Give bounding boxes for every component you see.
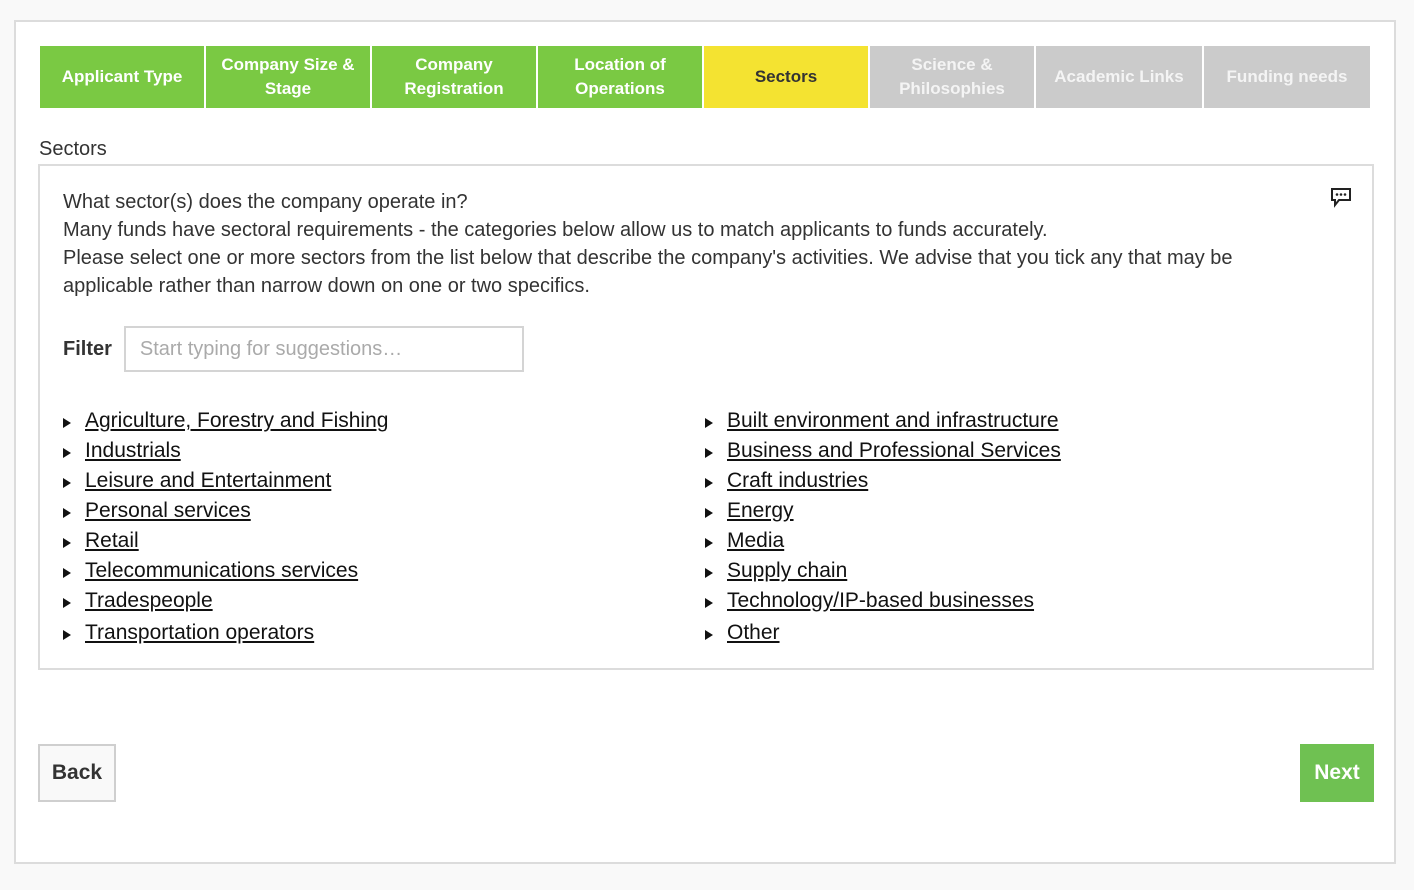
sector-item[interactable]: Leisure and Entertainment [63, 466, 388, 496]
expand-triangle-icon[interactable] [705, 538, 713, 548]
sector-link[interactable]: Tradespeople [85, 589, 213, 613]
expand-triangle-icon[interactable] [63, 598, 71, 608]
expand-triangle-icon[interactable] [63, 630, 71, 640]
next-button[interactable]: Next [1300, 744, 1374, 802]
sector-item[interactable]: Retail [63, 526, 388, 556]
expand-triangle-icon[interactable] [705, 448, 713, 458]
step-science-philosophies[interactable]: Science & Philosophies [870, 46, 1034, 108]
sector-item[interactable]: Technology/IP-based businesses [705, 586, 1061, 616]
expand-triangle-icon[interactable] [705, 630, 713, 640]
question-text: What sector(s) does the company operate … [63, 188, 1313, 300]
sector-link[interactable]: Telecommunications services [85, 559, 358, 583]
step-location-of-operations[interactable]: Location of Operations [538, 46, 702, 108]
sector-list-left: Agriculture, Forestry and Fishing Industr… [63, 406, 388, 648]
sector-link[interactable]: Other [727, 621, 780, 645]
question-help-1: Many funds have sectoral requirements - … [63, 219, 1048, 241]
sector-link[interactable]: Business and Professional Services [727, 439, 1061, 463]
expand-triangle-icon[interactable] [63, 478, 71, 488]
step-applicant-type[interactable]: Applicant Type [40, 46, 204, 108]
sector-link[interactable]: Leisure and Entertainment [85, 469, 331, 493]
sector-link[interactable]: Media [727, 529, 784, 553]
step-funding-needs[interactable]: Funding needs [1204, 46, 1370, 108]
expand-triangle-icon[interactable] [705, 478, 713, 488]
sector-link[interactable]: Agriculture, Forestry and Fishing [85, 409, 388, 433]
sector-link[interactable]: Built environment and infrastructure [727, 409, 1059, 433]
step-academic-links[interactable]: Academic Links [1036, 46, 1202, 108]
sector-item[interactable]: Business and Professional Services [705, 436, 1061, 466]
step-company-registration[interactable]: Company Registration [372, 46, 536, 108]
sector-link[interactable]: Craft industries [727, 469, 868, 493]
expand-triangle-icon[interactable] [63, 418, 71, 428]
expand-triangle-icon[interactable] [705, 508, 713, 518]
sector-link[interactable]: Industrials [85, 439, 181, 463]
section-label: Sectors [39, 138, 107, 160]
sector-link[interactable]: Transportation operators [85, 621, 314, 645]
progress-steps: Applicant Type Company Size & Stage Comp… [40, 46, 1370, 108]
sector-item[interactable]: Energy [705, 496, 1061, 526]
sector-item[interactable]: Built environment and infrastructure [705, 406, 1061, 436]
sector-item[interactable]: Telecommunications services [63, 556, 388, 586]
expand-triangle-icon[interactable] [63, 538, 71, 548]
sector-link[interactable]: Energy [727, 499, 794, 523]
sector-item[interactable]: Craft industries [705, 466, 1061, 496]
step-sectors[interactable]: Sectors [704, 46, 868, 108]
speech-bubble-icon[interactable] [1330, 186, 1352, 208]
expand-triangle-icon[interactable] [63, 448, 71, 458]
filter-label: Filter [63, 337, 112, 360]
sector-link[interactable]: Technology/IP-based businesses [727, 589, 1034, 613]
expand-triangle-icon[interactable] [705, 418, 713, 428]
sector-link[interactable]: Personal services [85, 499, 251, 523]
sectors-panel: What sector(s) does the company operate … [38, 164, 1374, 670]
sector-item[interactable]: Agriculture, Forestry and Fishing [63, 406, 388, 436]
sector-item[interactable]: Supply chain [705, 556, 1061, 586]
question-title: What sector(s) does the company operate … [63, 191, 468, 213]
sector-item[interactable]: Media [705, 526, 1061, 556]
back-button[interactable]: Back [38, 744, 116, 802]
sector-list-right: Built environment and infrastructure Busi… [705, 406, 1061, 648]
sector-link[interactable]: Supply chain [727, 559, 847, 583]
filter-input[interactable] [123, 326, 524, 372]
sector-item[interactable]: Personal services [63, 496, 388, 526]
sector-item[interactable]: Transportation operators [63, 618, 388, 648]
question-help-2: Please select one or more sectors from t… [63, 247, 1233, 297]
expand-triangle-icon[interactable] [705, 598, 713, 608]
expand-triangle-icon[interactable] [63, 568, 71, 578]
sector-item[interactable]: Tradespeople [63, 586, 388, 616]
expand-triangle-icon[interactable] [63, 508, 71, 518]
sector-item[interactable]: Industrials [63, 436, 388, 466]
filter-row: Filter [63, 326, 524, 372]
step-company-size-stage[interactable]: Company Size & Stage [206, 46, 370, 108]
sector-item[interactable]: Other [705, 618, 1061, 648]
sector-link[interactable]: Retail [85, 529, 139, 553]
expand-triangle-icon[interactable] [705, 568, 713, 578]
